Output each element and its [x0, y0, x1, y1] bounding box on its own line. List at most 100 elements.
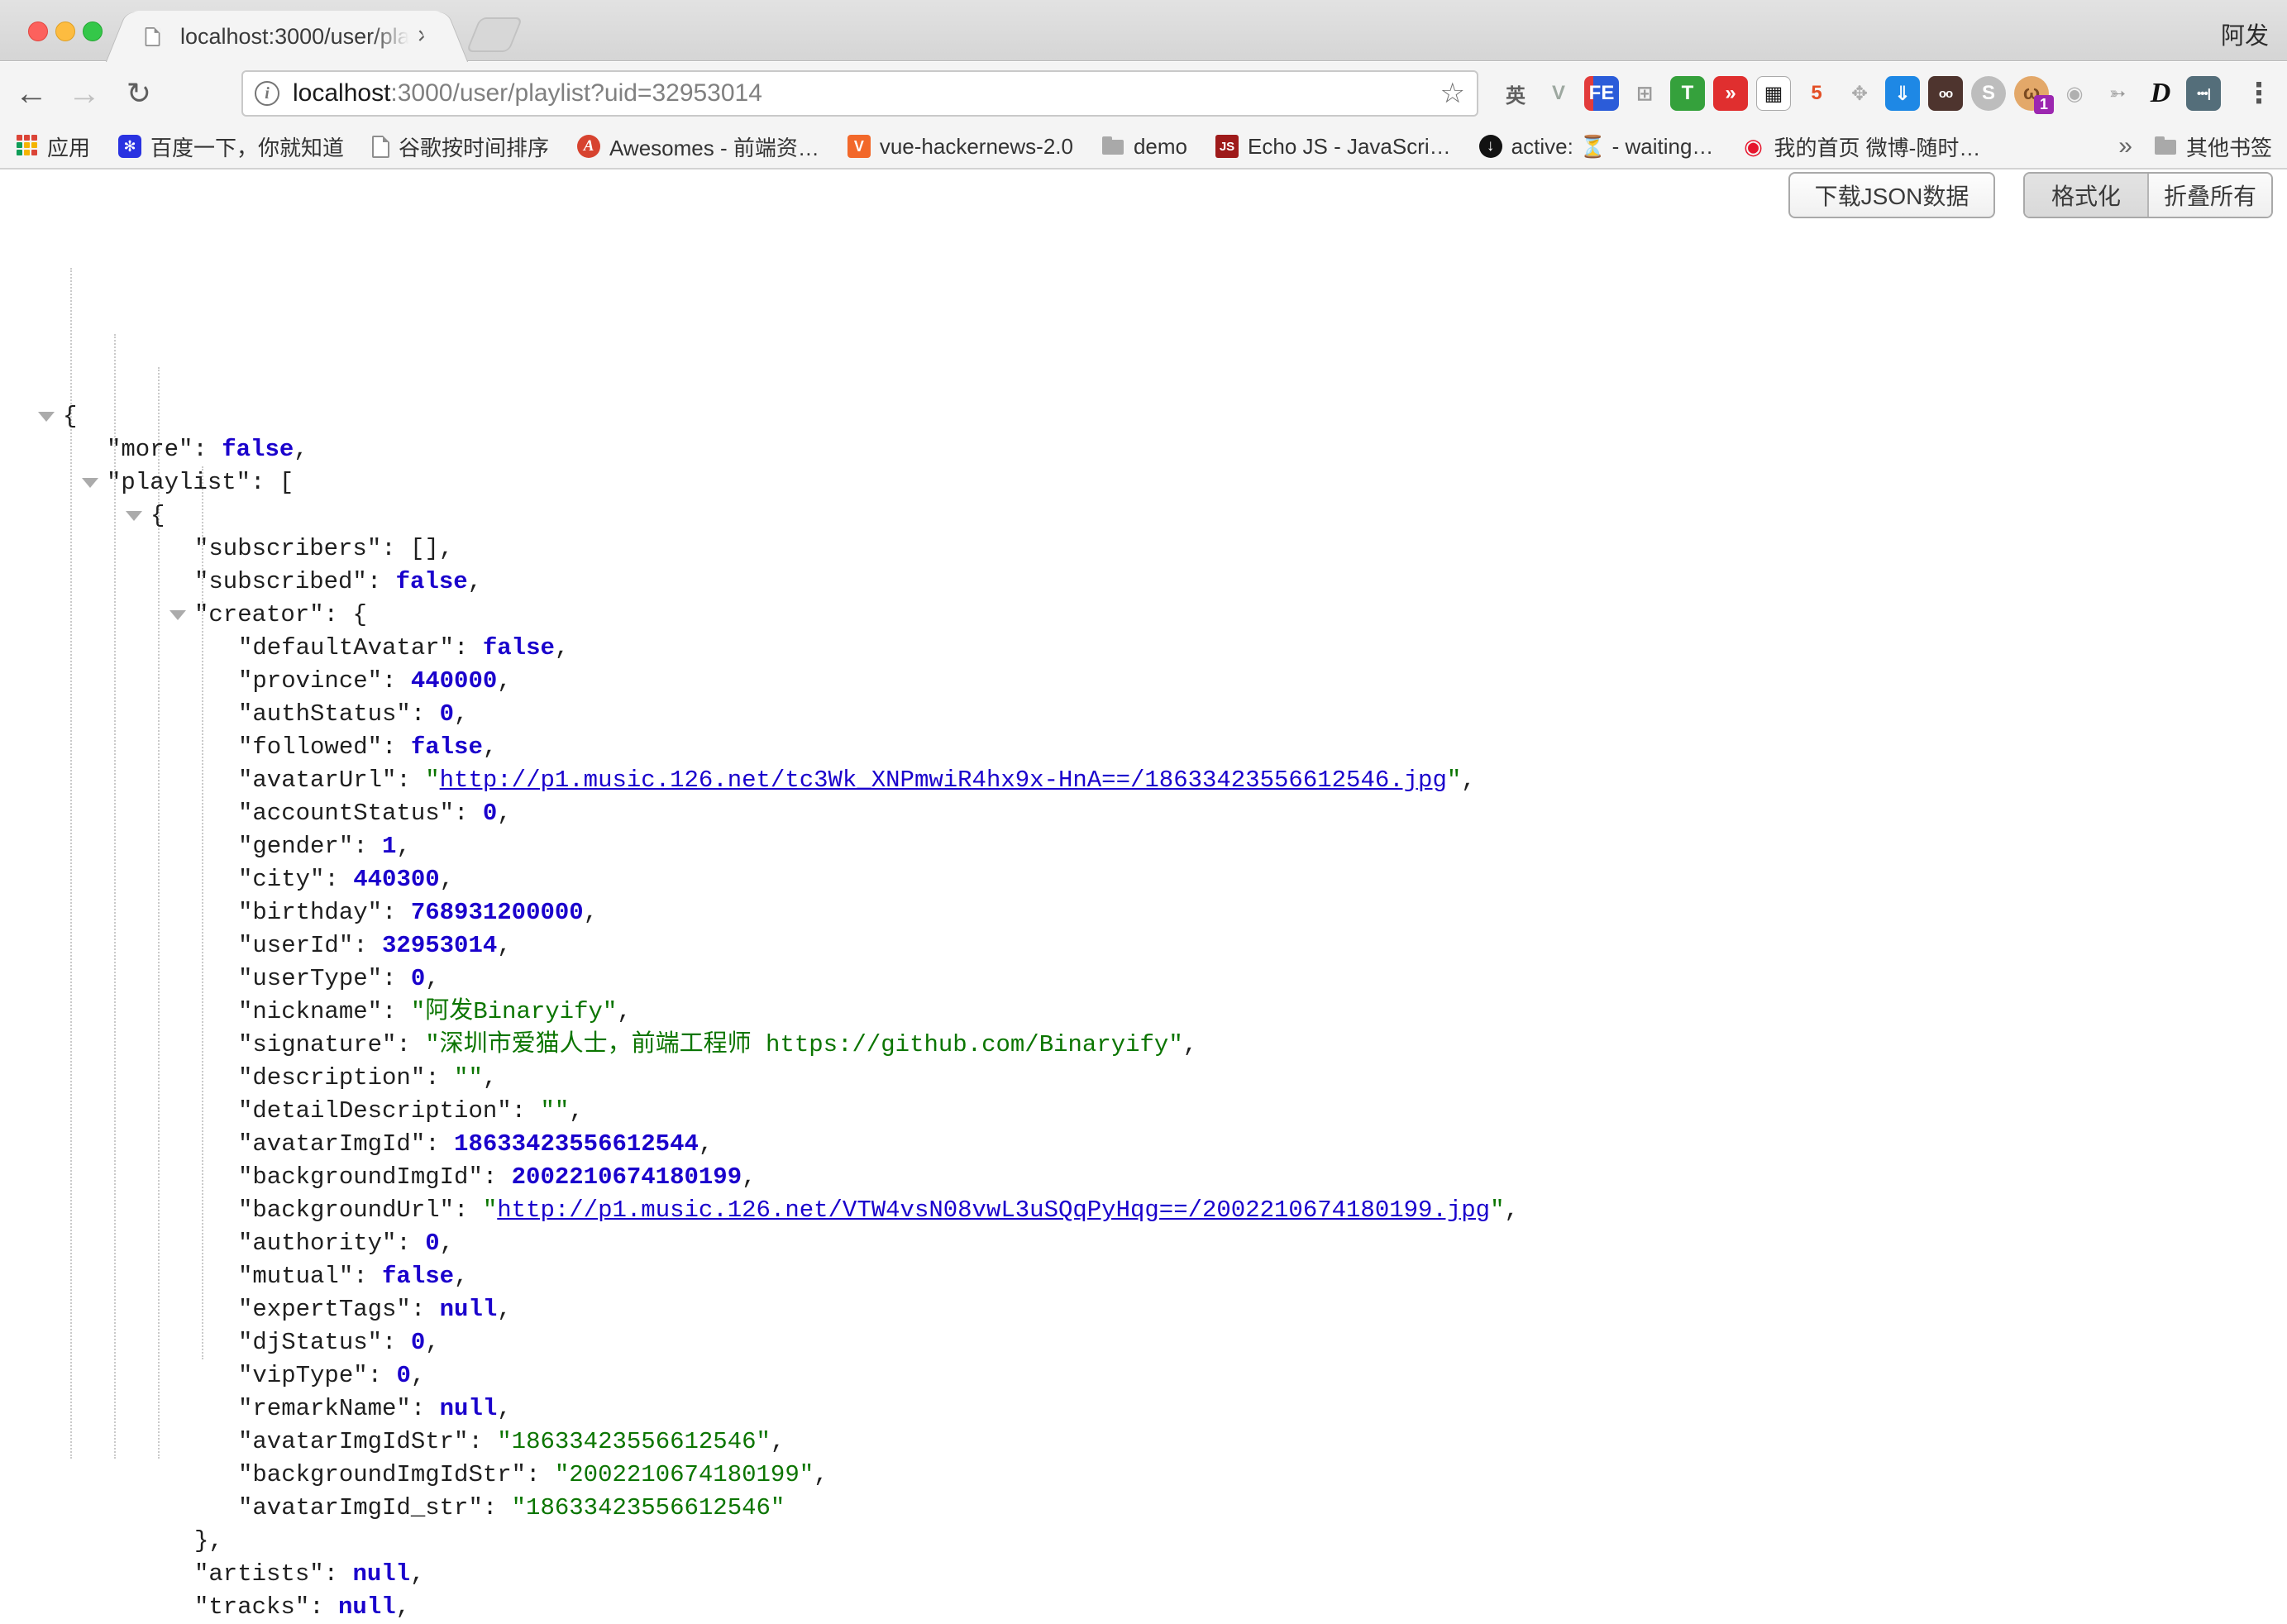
- json-line: "remarkName": null,: [0, 1392, 2287, 1426]
- vue-devtools-extension-icon[interactable]: V: [1541, 76, 1576, 111]
- window-minimize-button[interactable]: [55, 21, 75, 41]
- bookmark-item[interactable]: ◉ 我的首页 微博-随时…: [1741, 131, 1980, 162]
- paw-extension-icon[interactable]: ✥: [1842, 76, 1877, 111]
- browser-window: { "window": { "profile_name": "阿发" }, "t…: [0, 0, 2287, 1450]
- vue-icon: V: [847, 135, 871, 158]
- bookmark-item[interactable]: Vvue-hackernews-2.0: [847, 134, 1073, 160]
- page-info-icon[interactable]: i: [255, 81, 279, 106]
- collapse-toggle-icon[interactable]: [126, 511, 142, 521]
- forward-button[interactable]: →: [61, 62, 107, 125]
- json-line: "artists": null,: [0, 1558, 2287, 1591]
- format-button[interactable]: 格式化: [2025, 174, 2147, 217]
- awesomes-icon: A: [577, 135, 600, 158]
- qrcode-extension-icon[interactable]: ▦: [1756, 76, 1791, 111]
- bookmark-label: 我的首页 微博-随时…: [1774, 131, 1980, 162]
- download-json-button[interactable]: 下载JSON数据: [1788, 172, 1995, 218]
- json-line: "avatarImgId": 18633423556612544,: [0, 1128, 2287, 1161]
- bookmark-label: demo: [1134, 134, 1187, 160]
- bookmark-item[interactable]: 谷歌按时间排序: [372, 131, 549, 162]
- json-line: "authority": 0,: [0, 1227, 2287, 1260]
- other-bookmarks-folder[interactable]: 其他书签: [2154, 131, 2272, 162]
- view-mode-segmented-control: 格式化 折叠所有: [2023, 172, 2273, 218]
- collapse-toggle-icon[interactable]: [169, 610, 186, 620]
- json-line: "province": 440000,: [0, 665, 2287, 698]
- bookmark-star-icon[interactable]: ☆: [1440, 77, 1465, 110]
- folder-icon: [1101, 135, 1124, 158]
- extension-badge: 1: [2034, 95, 2054, 114]
- extensions-row: 英VFE⊞T»▦5✥⇓ooSω1◉➳D•••|: [1498, 62, 2221, 125]
- window-zoom-button[interactable]: [83, 21, 103, 41]
- bookmark-item[interactable]: JSEcho JS - JavaScri…: [1215, 134, 1451, 160]
- json-line: },: [0, 1525, 2287, 1558]
- monkey-extension-icon[interactable]: ω1: [2014, 76, 2049, 111]
- json-line: "accountStatus": 0,: [0, 797, 2287, 830]
- collapse-toggle-icon[interactable]: [38, 412, 55, 422]
- collapse-toggle-icon[interactable]: [82, 478, 98, 488]
- json-line: "subscribed": false,: [0, 566, 2287, 599]
- active-icon: ↓: [1479, 135, 1502, 158]
- collapse-all-button[interactable]: 折叠所有: [2147, 174, 2271, 217]
- toolbar: ← → ↻ i localhost:3000/user/playlist?uid…: [0, 62, 2287, 125]
- html5-player-extension-icon[interactable]: 5: [1799, 76, 1834, 111]
- json-line: {: [0, 499, 2287, 533]
- active-tab[interactable]: localhost:3000/user/playlist?ui ×: [131, 11, 443, 62]
- tab-title: localhost:3000/user/playlist?ui: [180, 24, 413, 50]
- json-line: "defaultAvatar": false,: [0, 632, 2287, 665]
- new-tab-button[interactable]: [466, 17, 523, 52]
- json-line: "tracks": null,: [0, 1591, 2287, 1624]
- json-line: "expertTags": null,: [0, 1293, 2287, 1326]
- translate-extension-icon[interactable]: 英: [1498, 76, 1533, 111]
- json-line: "backgroundImgId": 2002210674180199,: [0, 1161, 2287, 1194]
- fe-extension-icon[interactable]: FE: [1584, 76, 1619, 111]
- weibo-grey-extension-icon[interactable]: ◉: [2057, 76, 2092, 111]
- apps-icon: [15, 135, 38, 158]
- json-line: "description": "",: [0, 1062, 2287, 1095]
- ellipsis-panel-extension-icon[interactable]: •••|: [2186, 76, 2221, 111]
- download-shield-extension-icon[interactable]: ⇓: [1885, 76, 1920, 111]
- json-line: "avatarImgId_str": "18633423556612546": [0, 1492, 2287, 1525]
- bookmark-label: vue-hackernews-2.0: [880, 134, 1073, 160]
- bookmark-label: 应用: [47, 131, 90, 162]
- json-url-link[interactable]: http://p1.music.126.net/tc3Wk_XNPmwiR4hx…: [440, 767, 1447, 794]
- json-url-link[interactable]: http://p1.music.126.net/VTW4vsN08vwL3uSQ…: [497, 1197, 1490, 1224]
- weibo-icon: ◉: [1741, 135, 1764, 158]
- window-close-button[interactable]: [28, 21, 48, 41]
- url-text[interactable]: localhost:3000/user/playlist?uid=3295301…: [293, 79, 762, 107]
- tab-close-icon[interactable]: ×: [413, 24, 435, 49]
- json-line: "userId": 32953014,: [0, 929, 2287, 962]
- bookmark-item[interactable]: demo: [1101, 134, 1187, 160]
- mask-extension-icon[interactable]: oo: [1928, 76, 1963, 111]
- bookmarks-overflow-chevron[interactable]: »: [2118, 132, 2132, 160]
- url-host: localhost: [293, 79, 390, 107]
- d-extension-icon[interactable]: D: [2143, 76, 2178, 111]
- json-line: "gender": 1,: [0, 830, 2287, 863]
- json-line: "creator": {: [0, 599, 2287, 632]
- bookmark-item[interactable]: ✻百度一下，你就知道: [118, 131, 344, 162]
- bookmark-item[interactable]: A Awesomes - 前端资…: [577, 131, 819, 162]
- back-button[interactable]: ←: [8, 62, 55, 125]
- json-line: "vipType": 0,: [0, 1359, 2287, 1392]
- url-path: :3000/user/playlist?uid=32953014: [390, 79, 762, 107]
- json-line: "playlist": [: [0, 466, 2287, 499]
- profile-name[interactable]: 阿发: [2221, 17, 2269, 51]
- s-extension-icon[interactable]: S: [1971, 76, 2006, 111]
- other-bookmarks-label: 其他书签: [2186, 131, 2272, 162]
- shield-t-extension-icon[interactable]: T: [1670, 76, 1705, 111]
- json-line: "avatarUrl": "http://p1.music.126.net/tc…: [0, 764, 2287, 797]
- json-line: "djStatus": 0,: [0, 1326, 2287, 1359]
- hummingbird-extension-icon[interactable]: ➳: [2100, 76, 2135, 111]
- bookmark-label: 百度一下，你就知道: [150, 131, 344, 162]
- json-line: "signature": "深圳市爱猫人士，前端工程师 https://gith…: [0, 1029, 2287, 1062]
- json-line: "userType": 0,: [0, 962, 2287, 996]
- bookmark-item[interactable]: ↓active: ⏳ - waiting…: [1479, 134, 1714, 160]
- reload-button[interactable]: ↻: [116, 62, 162, 125]
- browser-menu-icon[interactable]: ⋮: [2242, 62, 2275, 125]
- bookmark-label: Awesomes - 前端资…: [609, 131, 819, 162]
- address-bar[interactable]: i localhost:3000/user/playlist?uid=32953…: [241, 70, 1478, 117]
- sitemap-extension-icon[interactable]: ⊞: [1627, 76, 1662, 111]
- bookmark-label: 谷歌按时间排序: [399, 131, 549, 162]
- video-download-extension-icon[interactable]: »: [1713, 76, 1748, 111]
- json-line: "nickname": "阿发Binaryify",: [0, 996, 2287, 1029]
- page-icon: [372, 136, 389, 158]
- bookmark-item[interactable]: 应用: [15, 131, 90, 162]
